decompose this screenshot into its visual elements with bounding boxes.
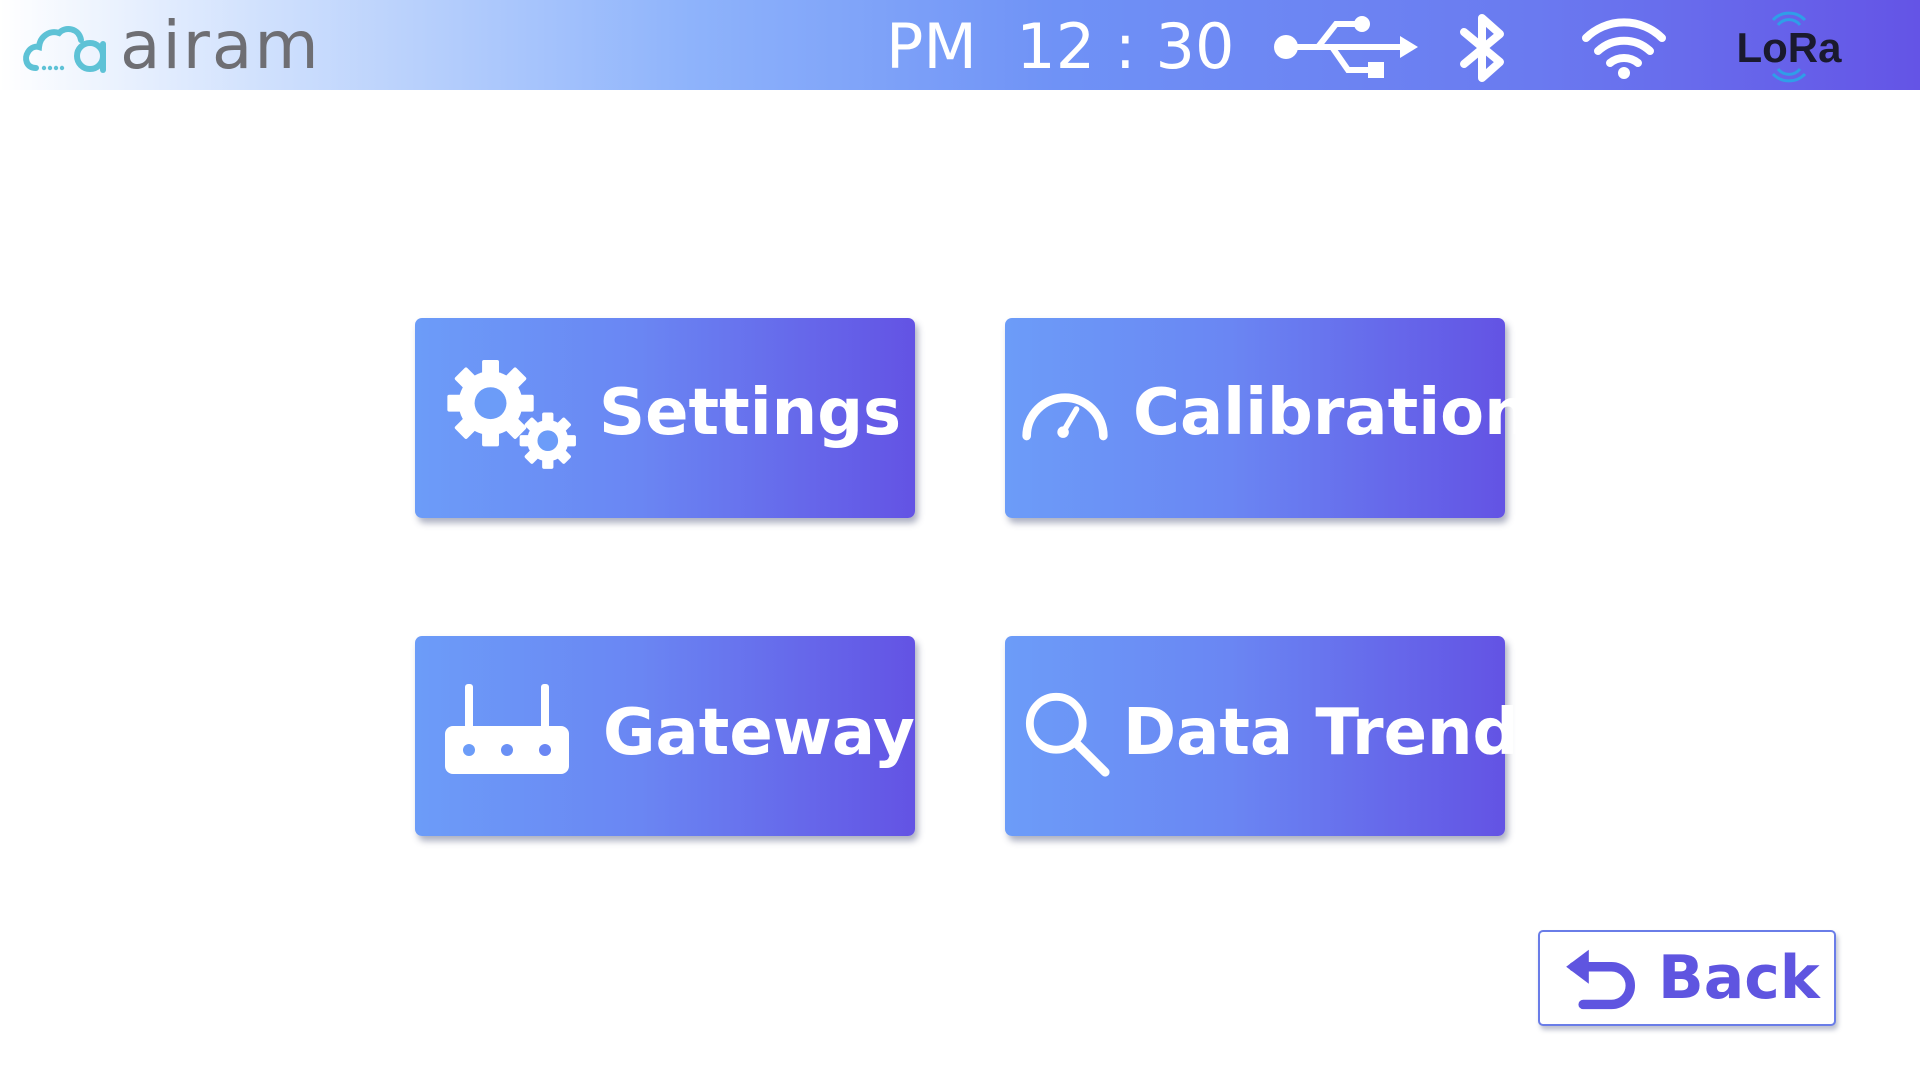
gateway-label: Gateway bbox=[603, 696, 915, 770]
wifi-icon bbox=[1582, 18, 1666, 79]
top-status-bar: airam PM 12 : 30 LoRa bbox=[0, 0, 1920, 90]
data-trend-button[interactable]: Data Trend bbox=[1005, 636, 1518, 836]
calibration-button[interactable]: Calibration bbox=[1005, 318, 1530, 518]
gauge-icon bbox=[1022, 393, 1108, 441]
bluetooth-icon bbox=[1460, 14, 1504, 82]
router-icon bbox=[445, 684, 569, 774]
lora-icon: LoRa bbox=[1726, 8, 1852, 86]
brand-logo: airam bbox=[22, 7, 321, 84]
magnifier-icon bbox=[1025, 692, 1110, 777]
settings-button[interactable]: Settings bbox=[415, 318, 915, 518]
brand-name: airam bbox=[120, 7, 321, 84]
clock-time: PM 12 : 30 bbox=[886, 10, 1235, 83]
calibration-label: Calibration bbox=[1133, 376, 1530, 450]
return-arrow-icon bbox=[1566, 949, 1635, 1010]
data-trend-label: Data Trend bbox=[1123, 696, 1519, 770]
lora-label: LoRa bbox=[1736, 24, 1842, 71]
usb-icon bbox=[1274, 16, 1418, 78]
cloud-logo-icon bbox=[23, 25, 106, 73]
gateway-button[interactable]: Gateway bbox=[415, 636, 915, 836]
back-button[interactable]: Back bbox=[1538, 930, 1836, 1026]
gears-icon bbox=[447, 360, 576, 469]
settings-label: Settings bbox=[599, 376, 902, 450]
back-label: Back bbox=[1658, 943, 1820, 1013]
